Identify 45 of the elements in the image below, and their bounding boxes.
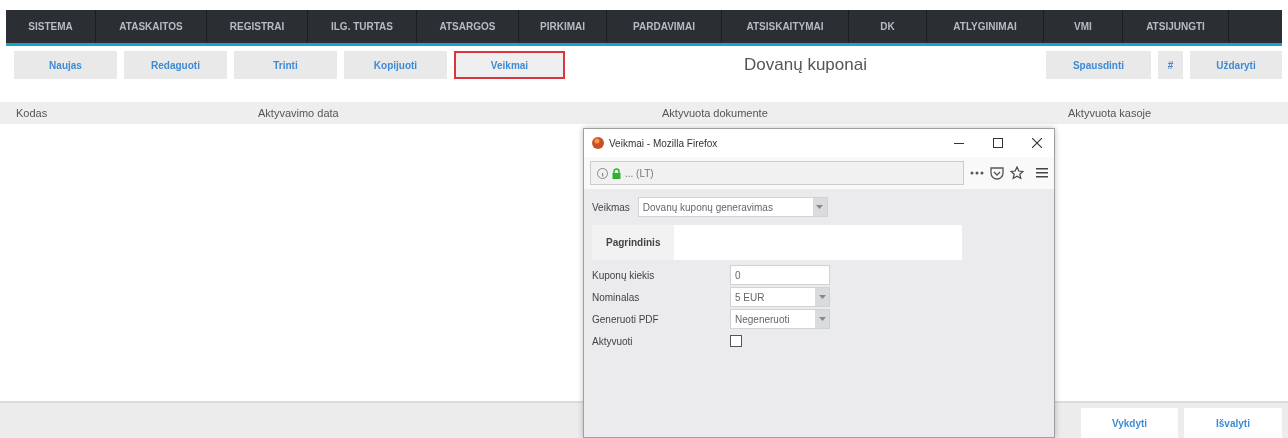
menu-item[interactable]: SISTEMA	[6, 10, 96, 43]
field-label: Veikmas	[592, 200, 630, 215]
menu-item[interactable]: REGISTRAI	[207, 10, 308, 43]
field-label: Generuoti PDF	[592, 312, 660, 327]
input-field[interactable]: 0	[730, 265, 830, 285]
caret-icon	[818, 317, 826, 321]
menu-item[interactable]: ATSARGOS	[417, 10, 519, 43]
browser-logo-icon	[592, 137, 604, 149]
menu-item[interactable]: ATLYGINIMAI	[927, 10, 1044, 43]
footer-button[interactable]: Vykdyti	[1081, 408, 1178, 438]
menu-item[interactable]: PIRKIMAI	[519, 10, 607, 43]
lock-icon	[612, 167, 621, 179]
window-title: Veikmai - Mozilla Firefox	[609, 136, 718, 151]
select-field[interactable]: 5 EUR	[730, 287, 830, 307]
field-label: Aktyvuoti	[592, 334, 634, 349]
url-text: ... (LT)	[625, 166, 654, 181]
shield-icon[interactable]	[990, 166, 1004, 180]
menu-item[interactable]: ATASKAITOS	[96, 10, 207, 43]
menu-item[interactable]: ATSIJUNGTI	[1123, 10, 1229, 43]
action-select[interactable]: Dovanų kuponų generavimas	[637, 197, 828, 217]
more-icon[interactable]	[970, 171, 984, 175]
checkbox[interactable]	[730, 335, 742, 347]
select-field[interactable]: Negeneruoti	[730, 309, 830, 329]
column-header: Aktyvuota kasoje	[1068, 106, 1152, 119]
address-bar[interactable]: ... (LT)	[590, 161, 964, 185]
page-title: Dovanų kuponai	[743, 54, 868, 77]
field-label: Kuponų kiekis	[592, 268, 656, 283]
column-header: Aktyvavimo data	[258, 106, 339, 119]
caret-icon	[816, 205, 824, 209]
menu-item[interactable]: ATSISKAITYMAI	[722, 10, 849, 43]
close-button[interactable]	[1032, 138, 1042, 148]
maximize-button[interactable]	[993, 138, 1003, 148]
menu-item[interactable]: PARDAVIMAI	[607, 10, 722, 43]
column-header: Kodas	[16, 106, 48, 119]
star-icon[interactable]	[1010, 166, 1024, 180]
menu-item[interactable]: ILG. TURTAS	[308, 10, 417, 43]
column-header: Aktyvuota dokumente	[662, 106, 768, 119]
tab[interactable]: Pagrindinis	[592, 225, 675, 260]
caret-icon	[818, 295, 826, 299]
field-label: Nominalas	[592, 290, 641, 305]
footer-button[interactable]: Išvalyti	[1184, 408, 1282, 438]
menu-item[interactable]: DK	[849, 10, 927, 43]
menu-icon[interactable]	[1036, 168, 1048, 178]
info-icon	[597, 167, 608, 179]
menu-item[interactable]: VMI	[1044, 10, 1123, 43]
